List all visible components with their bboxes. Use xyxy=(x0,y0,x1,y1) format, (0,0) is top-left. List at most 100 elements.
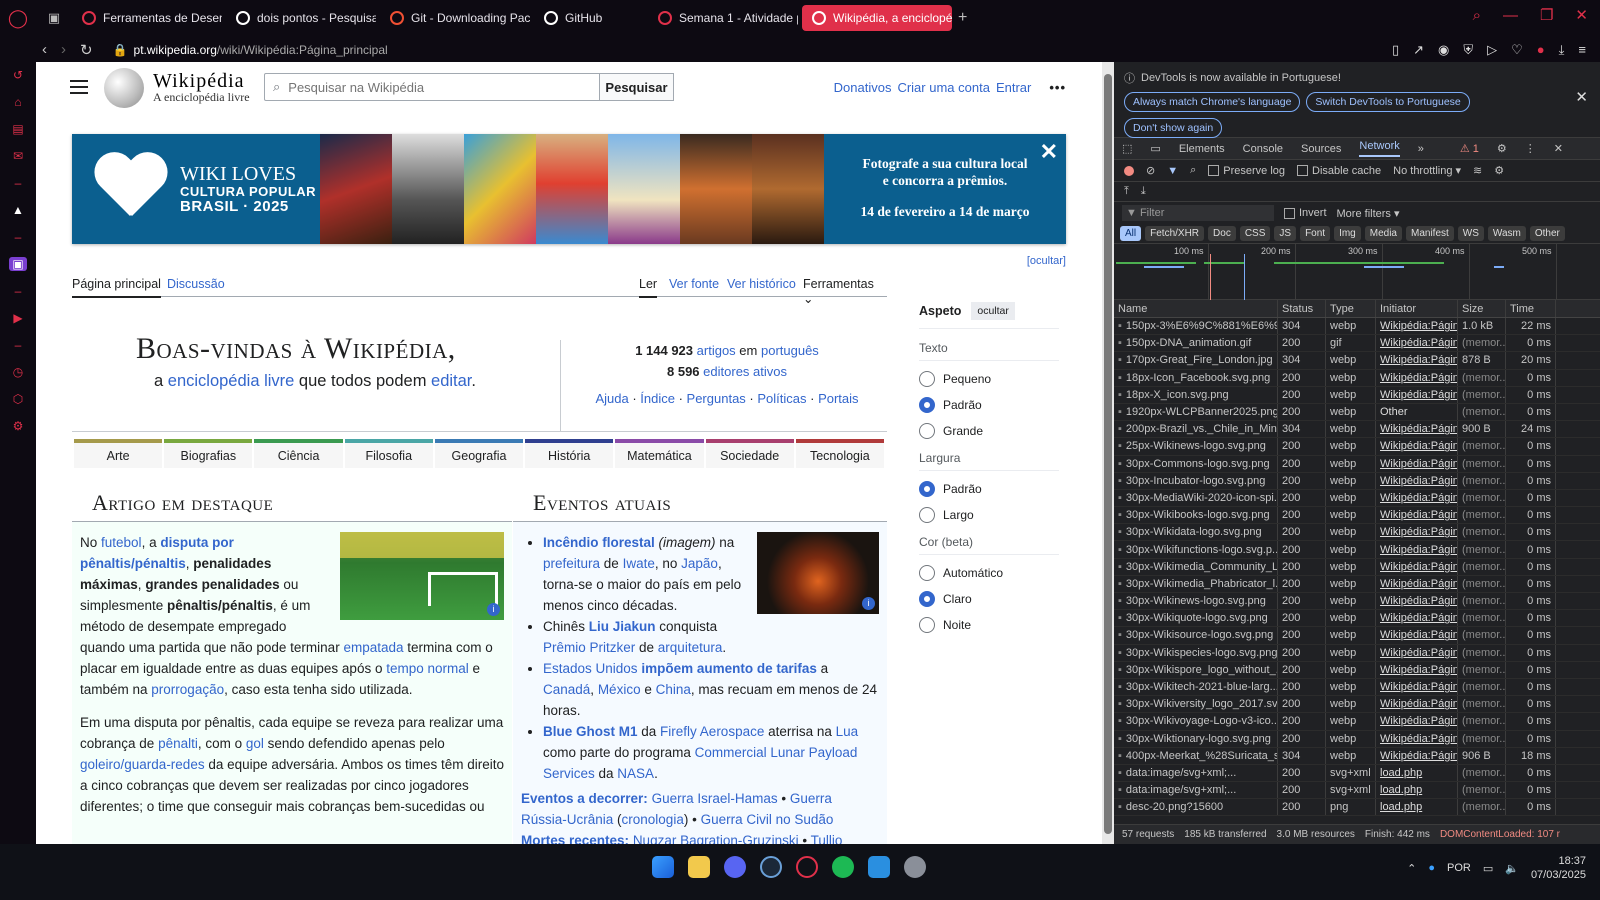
request-initiator[interactable]: Wikipédia:Página xyxy=(1376,610,1458,627)
table-row[interactable]: ▪ desc-20.png?15600 200 png load.php (memor..… xyxy=(1114,799,1600,817)
inline-link[interactable]: goleiro/guarda-redes xyxy=(80,757,205,772)
request-initiator-text[interactable]: Wikipédia:Página xyxy=(1380,320,1457,332)
inline-link[interactable]: prefeitura xyxy=(543,556,600,571)
profile-icon[interactable]: ● xyxy=(1537,42,1545,58)
request-initiator[interactable]: Wikipédia:Página xyxy=(1376,730,1458,747)
request-initiator[interactable]: Wikipédia:Página xyxy=(1376,713,1458,730)
request-initiator[interactable]: Wikipédia:Página xyxy=(1376,593,1458,610)
request-initiator-text[interactable]: Other xyxy=(1380,406,1408,418)
request-initiator-text[interactable]: load.php xyxy=(1380,784,1422,796)
inline-link[interactable]: México xyxy=(598,682,641,697)
device-toggle-icon[interactable]: ▭ xyxy=(1150,142,1160,155)
table-row[interactable]: ▪ 30px-Commons-logo.svg.png 200 webp Wikipéd… xyxy=(1114,455,1600,473)
news-icon[interactable]: ▤ xyxy=(9,122,27,136)
request-initiator-text[interactable]: Wikipédia:Página xyxy=(1380,629,1457,641)
appearance-option[interactable]: Pequeno xyxy=(919,371,1059,387)
request-initiator-text[interactable]: load.php xyxy=(1380,767,1422,779)
inspect-icon[interactable]: ⬚ xyxy=(1122,142,1132,155)
table-row[interactable]: ▪ 30px-Wikimedia_Phabricator_l... 200 webp W… xyxy=(1114,575,1600,593)
table-row[interactable]: ▪ 30px-Wikispecies-logo.svg.png 200 webp Wik… xyxy=(1114,644,1600,662)
request-initiator[interactable]: Wikipédia:Página xyxy=(1376,489,1458,507)
volume-icon[interactable]: 🔈 xyxy=(1505,862,1519,875)
request-initiator-text[interactable]: Wikipédia:Página xyxy=(1380,389,1457,401)
player-sidebar-icon[interactable]: ▶ xyxy=(9,311,27,325)
column-time[interactable]: Time xyxy=(1506,300,1556,317)
request-initiator[interactable]: Wikipédia:Página xyxy=(1376,369,1458,386)
radio-button[interactable] xyxy=(919,591,935,607)
request-initiator-text[interactable]: Wikipédia:Página xyxy=(1380,509,1457,521)
download-icon[interactable]: ⤓ xyxy=(1559,42,1565,58)
defender-icon[interactable]: ● xyxy=(1428,862,1435,874)
donate-link[interactable]: Donativos xyxy=(834,80,892,95)
request-initiator[interactable]: Wikipédia:Página xyxy=(1376,558,1458,575)
box-icon[interactable]: ⬡ xyxy=(9,392,27,406)
radio-button[interactable] xyxy=(919,481,935,497)
table-row[interactable]: ▪ 30px-Wikivoyage-Logo-v3-ico... 200 webp Wi… xyxy=(1114,713,1600,731)
request-initiator-text[interactable]: Wikipédia:Página xyxy=(1380,612,1457,624)
radio-button[interactable] xyxy=(919,507,935,523)
share-icon[interactable]: ↗ xyxy=(1413,42,1424,58)
filter-icon[interactable]: ▼ xyxy=(1167,165,1178,177)
column-name[interactable]: Name xyxy=(1114,300,1278,317)
info-icon[interactable]: i xyxy=(487,603,500,616)
dont-show-again-button[interactable]: Don't show again xyxy=(1124,118,1223,138)
tab-overview-icon[interactable]: ▣ xyxy=(36,0,72,36)
request-initiator[interactable]: Wikipédia:Página xyxy=(1376,472,1458,489)
start-button[interactable] xyxy=(652,856,674,878)
twitch-icon[interactable]: ▣ xyxy=(9,257,27,271)
minimize-button[interactable]: — xyxy=(1503,7,1518,24)
request-initiator[interactable]: Wikipédia:Página xyxy=(1376,661,1458,678)
wikipedia-globe-logo[interactable] xyxy=(104,68,144,108)
table-row[interactable]: ▪ 1920px-WLCPBanner2025.png 200 webp Other (m… xyxy=(1114,403,1600,422)
appearance-option[interactable]: Largo xyxy=(919,507,1059,523)
scrollbar-thumb[interactable] xyxy=(1104,74,1112,834)
table-row[interactable]: ▪ 30px-Incubator-logo.svg.png 200 webp Wikip… xyxy=(1114,472,1600,490)
inline-link[interactable]: pênalti xyxy=(158,736,198,751)
table-row[interactable]: ▪ 25px-Wikinews-logo.svg.png 200 webp Wikipé… xyxy=(1114,438,1600,456)
table-row[interactable]: ▪ 150px-DNA_animation.gif 200 gif Wikipédia:… xyxy=(1114,335,1600,353)
table-row[interactable]: ▪ 400px-Meerkat_%28Suricata_s... 304 webp Wi… xyxy=(1114,747,1600,765)
inline-link[interactable]: empatada xyxy=(343,640,403,655)
table-row[interactable]: ▪ 18px-Icon_Facebook.svg.png 200 webp Wikipé… xyxy=(1114,369,1600,387)
export-har-icon[interactable]: ⤓ xyxy=(1141,185,1146,198)
clear-icon[interactable]: ⊘ xyxy=(1146,164,1155,177)
hide-banner-link[interactable]: [ocultar] xyxy=(1027,255,1066,267)
column-status[interactable]: Status xyxy=(1278,300,1326,317)
mail-icon[interactable]: ✉ xyxy=(9,149,27,163)
request-initiator-text[interactable]: Wikipédia:Página xyxy=(1380,354,1457,366)
request-initiator-text[interactable]: Wikipédia:Página xyxy=(1380,681,1457,693)
settings-app-icon[interactable] xyxy=(904,856,926,878)
portal-link[interactable]: Políticas xyxy=(757,391,806,406)
search-tabs-icon[interactable]: ⌕ xyxy=(1473,7,1481,24)
close-banner-icon[interactable]: ✕ xyxy=(1040,138,1058,166)
speed-dial-icon[interactable]: ⌂ xyxy=(9,95,27,109)
radio-button[interactable] xyxy=(919,617,935,633)
network-settings-icon[interactable]: ⚙ xyxy=(1494,164,1504,177)
disable-cache-checkbox[interactable]: Disable cache xyxy=(1297,165,1381,177)
request-initiator-text[interactable]: Wikipédia:Página xyxy=(1380,733,1457,745)
radio-button[interactable] xyxy=(919,423,935,439)
invert-checkbox[interactable]: Invert xyxy=(1284,207,1327,219)
settings-icon[interactable]: ⚙ xyxy=(1497,142,1507,155)
request-initiator[interactable]: Wikipédia:Página xyxy=(1376,507,1458,524)
portal-tecnologia[interactable]: Tecnologia xyxy=(795,439,884,468)
wildfire-image[interactable]: i xyxy=(757,532,879,614)
inline-link[interactable]: prorrogação xyxy=(151,682,224,697)
type-filter-img[interactable]: Img xyxy=(1334,226,1361,241)
radio-button[interactable] xyxy=(919,565,935,581)
search-input[interactable] xyxy=(288,79,569,95)
type-filter-fetch-xhr[interactable]: Fetch/XHR xyxy=(1145,226,1205,241)
request-initiator-text[interactable]: load.php xyxy=(1380,801,1422,813)
maximize-button[interactable]: ❐ xyxy=(1540,6,1553,24)
request-initiator-text[interactable]: Wikipédia:Página xyxy=(1380,561,1457,573)
request-initiator-text[interactable]: Wikipédia:Página xyxy=(1380,458,1457,470)
settings-icon[interactable]: ⚙ xyxy=(9,419,27,433)
match-language-button[interactable]: Always match Chrome's language xyxy=(1124,92,1301,112)
appearance-option[interactable]: Grande xyxy=(919,423,1059,439)
portuguese-link[interactable]: português xyxy=(761,343,819,358)
forward-button[interactable]: › xyxy=(61,41,66,59)
table-row[interactable]: ▪ 30px-Wikiquote-logo.svg.png 200 webp Wikip… xyxy=(1114,610,1600,628)
type-filter-all[interactable]: All xyxy=(1120,226,1142,241)
table-row[interactable]: ▪ 18px-X_icon.svg.png 200 webp Wikipédia:Pág… xyxy=(1114,386,1600,404)
tab-elements[interactable]: Elements xyxy=(1179,143,1225,155)
